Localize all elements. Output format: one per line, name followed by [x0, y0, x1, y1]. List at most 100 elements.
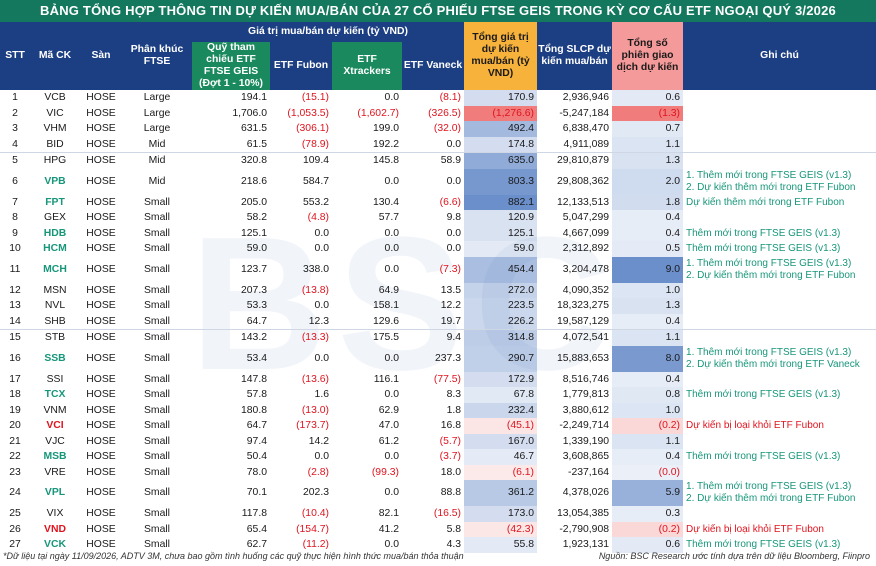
stt-cell: 16: [9, 352, 21, 364]
exchange-cell: HOSE: [86, 451, 116, 462]
xtrackers-cell: 199.0: [372, 123, 399, 134]
fubon-cell: (15.1): [301, 92, 329, 103]
table-row: 21 VJC HOSE Small 97.4 14.2 61.2 (5.7) 167.0 1,33…: [0, 433, 876, 450]
note-cell: [683, 330, 876, 346]
exchange-cell: HOSE: [86, 420, 116, 431]
exchange-cell: HOSE: [86, 123, 116, 134]
slcp-cell: -2,790,908: [559, 523, 610, 535]
col-stt: STT: [0, 22, 30, 90]
ftse-ref-cell: 50.4: [246, 451, 267, 462]
total-cell: 223.5: [464, 298, 538, 314]
fubon-cell: 109.4: [302, 155, 329, 166]
fubon-cell: 202.3: [302, 487, 329, 498]
ftse-ref-cell: 61.5: [246, 138, 267, 150]
xtrackers-cell: 47.0: [378, 420, 399, 431]
ftse-ref-cell: 320.8: [240, 155, 267, 166]
stt-cell: 8: [12, 212, 18, 223]
slcp-cell: 8,516,746: [562, 373, 610, 385]
exchange-cell: HOSE: [86, 155, 116, 166]
note-cell: [683, 121, 876, 137]
ticker-cell: VCI: [46, 420, 64, 431]
note-cell: Thêm mới trong FTSE GEIS (v1.3): [683, 226, 876, 242]
ticker-cell: BID: [46, 138, 64, 150]
sessions-cell: 0.4: [612, 449, 684, 465]
fubon-cell: 0.0: [314, 227, 329, 239]
ticker-cell: MSN: [43, 284, 67, 296]
sessions-cell: 0.5: [612, 241, 684, 257]
fubon-cell: (306.1): [296, 123, 329, 134]
slcp-cell: 1,339,190: [562, 435, 610, 447]
stt-cell: 25: [9, 508, 21, 519]
segment-cell: Small: [144, 284, 170, 296]
sessions-cell: 0.4: [612, 371, 684, 387]
table-row: 7 FPT HOSE Small 205.0 553.2 130.4 (6.6) 882.1 12…: [0, 194, 876, 210]
slcp-cell: 2,312,892: [562, 243, 610, 254]
table-row: 10 HCM HOSE Small 59.0 0.0 0.0 0.0 59.0 2,312,892…: [0, 241, 876, 257]
table-body: 1 VCB HOSE Large 194.1 (15.1) 0.0 (8.1) 170.9 2,9…: [0, 90, 876, 553]
sessions-cell: 0.4: [612, 225, 684, 241]
vaneck-cell: 9.8: [446, 212, 462, 223]
note-cell: [683, 434, 876, 450]
note-line: 1. Thêm mới trong FTSE GEIS (v1.3): [686, 169, 852, 181]
sessions-cell: (0.2): [612, 521, 684, 537]
xtrackers-cell: 0.0: [384, 263, 399, 275]
total-cell: (45.1): [464, 418, 538, 434]
xtrackers-cell: 61.2: [378, 435, 399, 447]
ftse-ref-cell: 194.1: [240, 92, 267, 103]
ftse-ref-cell: 57.8: [246, 389, 267, 400]
table-title: BẢNG TỔNG HỢP THÔNG TIN DỰ KIẾN MUA/BÁN …: [0, 0, 876, 22]
note-line: 2. Dự kiến thêm mới trong ETF Vaneck: [686, 358, 860, 370]
note-cell: Thêm mới trong FTSE GEIS (v1.3): [683, 387, 876, 403]
slcp-cell: 5,047,299: [562, 212, 610, 223]
table-row: 8 GEX HOSE Small 58.2 (4.8) 57.7 9.8 120.9 5,047,…: [0, 210, 876, 226]
table-row: 14 SHB HOSE Small 64.7 12.3 129.6 19.7 226.2 19,5…: [0, 313, 876, 330]
stt-cell: 7: [12, 196, 18, 208]
ftse-ref-cell: 70.1: [246, 487, 267, 498]
stt-cell: 14: [9, 315, 21, 327]
note-cell: [683, 372, 876, 388]
fubon-cell: (13.0): [301, 404, 329, 416]
xtrackers-cell: 57.7: [378, 212, 399, 223]
col-ftse-ref: Quỹ tham chiếu ETF FTSE GEIS (Đợt 1 - 10…: [192, 42, 270, 90]
stt-cell: 9: [12, 227, 18, 239]
ftse-ref-cell: 123.7: [240, 263, 267, 275]
vaneck-cell: 0.0: [446, 175, 462, 187]
table-row: 25 VIX HOSE Small 117.8 (10.4) 82.1 (16.5) 173.0…: [0, 506, 876, 522]
slcp-cell: 15,883,653: [557, 352, 610, 364]
sessions-cell: 0.8: [612, 387, 684, 403]
ftse-ref-cell: 64.7: [246, 315, 267, 327]
segment-cell: Mid: [148, 175, 166, 187]
fubon-cell: 0.0: [314, 352, 329, 364]
col-group-values: Giá trị mua/bán dự kiến (tỷ VND): [192, 22, 465, 42]
table-row: 6 VPB HOSE Mid 218.6 584.7 0.0 0.0 803.3 29,808,3…: [0, 168, 876, 195]
ticker-cell: VPB: [44, 175, 66, 187]
ftse-ref-cell: 59.0: [246, 243, 267, 254]
ftse-ref-cell: 147.8: [240, 373, 267, 385]
table-row: 26 VND HOSE Small 65.4 (154.7) 41.2 5.8 (42.3) -2…: [0, 521, 876, 537]
sessions-cell: 1.1: [612, 433, 684, 449]
ticker-cell: VNM: [43, 404, 67, 416]
exchange-cell: HOSE: [86, 284, 116, 296]
fubon-cell: 553.2: [302, 196, 329, 208]
ticker-cell: GEX: [44, 212, 66, 223]
ticker-cell: FPT: [45, 196, 65, 208]
slcp-cell: 29,808,362: [557, 175, 610, 187]
xtrackers-cell: (1,602.7): [357, 107, 399, 119]
xtrackers-cell: 41.2: [378, 523, 399, 535]
ticker-cell: VND: [44, 523, 66, 535]
note-line: 2. Dự kiến thêm mới trong ETF Fubon: [686, 493, 856, 504]
vaneck-cell: (326.5): [428, 107, 462, 119]
segment-cell: Large: [143, 92, 171, 103]
ticker-cell: HPG: [43, 155, 67, 166]
col-exchange: Sàn: [80, 22, 122, 90]
ticker-cell: VRE: [44, 466, 66, 478]
table-row: 3 VHM HOSE Large 631.5 (306.1) 199.0 (32.0) 492.…: [0, 121, 876, 137]
fubon-cell: (2.8): [307, 466, 329, 478]
sessions-cell: 1.3: [612, 152, 684, 169]
note-cell: Thêm mới trong FTSE GEIS (v1.3): [683, 449, 876, 465]
sessions-cell: 1.1: [612, 329, 684, 346]
etf-rebalance-table: STT Mã CK Sàn Phân khúc FTSE Giá trị mua…: [0, 22, 876, 553]
vaneck-cell: 9.4: [446, 332, 462, 343]
note-line: 1. Thêm mới trong FTSE GEIS (v1.3): [686, 481, 852, 492]
ticker-cell: SSI: [46, 373, 64, 385]
